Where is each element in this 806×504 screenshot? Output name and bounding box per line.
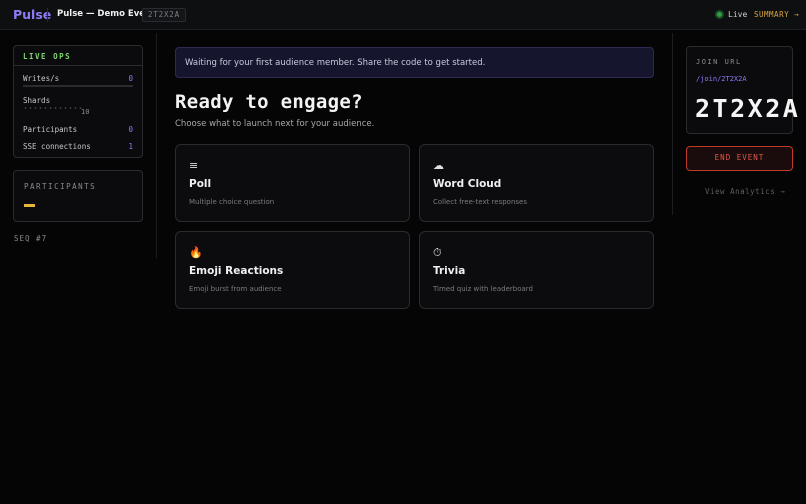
option-word-cloud[interactable]: ☁ Word Cloud Collect free-text responses [419, 144, 654, 222]
right-column-divider [672, 33, 673, 215]
shards-row: Shards [23, 96, 133, 105]
participants-row: Participants 0 [23, 125, 133, 134]
cloud-icon: ☁ [433, 159, 444, 172]
sse-value: 1 [128, 142, 133, 151]
event-code-badge: 2T2X2A [142, 8, 186, 22]
option-emoji-reactions[interactable]: 🔥 Emoji Reactions Emoji burst from audie… [175, 231, 410, 309]
event-title: Pulse — Demo Event [57, 8, 156, 19]
sse-row: SSE connections 1 [23, 142, 133, 151]
option-title: Emoji Reactions [189, 265, 284, 277]
page-subtitle: Choose what to launch next for your audi… [175, 119, 375, 129]
live-dot-icon [715, 9, 724, 19]
participants-label: Participants [23, 125, 78, 134]
top-bar: Pulse Pulse — Demo Event 2T2X2A Live SUM… [0, 0, 806, 30]
join-code: 2T2X2A [695, 94, 801, 123]
shards-label: Shards [23, 96, 51, 105]
live-ops-title: LIVE OPS [14, 46, 142, 66]
join-url-link[interactable]: /join/2T2X2A [696, 75, 747, 83]
header-divider [47, 8, 48, 22]
join-panel: JOIN URL /join/2T2X2A 2T2X2A [686, 46, 798, 134]
app-logo[interactable]: Pulse [13, 7, 51, 22]
option-description: Timed quiz with leaderboard [433, 285, 533, 293]
live-status: Live [715, 9, 748, 19]
fire-icon: 🔥 [189, 246, 203, 259]
writes-value: 0 [128, 74, 133, 83]
option-poll[interactable]: ≡ Poll Multiple choice question [175, 144, 410, 222]
page-title: Ready to engage? [175, 91, 363, 113]
writes-label: Writes/s [23, 74, 60, 83]
option-title: Word Cloud [433, 178, 502, 190]
writes-row: Writes/s 0 [23, 74, 133, 83]
view-analytics-link[interactable]: View Analytics → [705, 187, 785, 196]
participants-title: PARTICIPANTS [24, 182, 97, 191]
summary-link[interactable]: SUMMARY → [754, 10, 799, 19]
option-title: Poll [189, 178, 212, 190]
shards-value: 10 [81, 108, 90, 116]
option-title: Trivia [433, 265, 466, 277]
option-description: Collect free-text responses [433, 198, 527, 206]
sse-label: SSE connections [23, 142, 91, 151]
option-description: Multiple choice question [189, 198, 275, 206]
participants-bar [24, 204, 35, 207]
option-description: Emoji burst from audience [189, 285, 282, 293]
stopwatch-icon: ⏱ [433, 246, 442, 259]
waiting-banner: Waiting for your first audience member. … [175, 47, 654, 78]
live-ops-panel: LIVE OPS Writes/s 0 Shards 10 Participan… [13, 45, 143, 158]
join-url-title: JOIN URL [696, 58, 742, 66]
option-trivia[interactable]: ⏱ Trivia Timed quiz with leaderboard [419, 231, 654, 309]
left-column-divider [156, 33, 157, 258]
end-event-button[interactable]: END EVENT [686, 146, 793, 171]
sequence-number: SEQ #7 [14, 234, 48, 243]
participants-value: 0 [128, 125, 133, 134]
participants-panel: PARTICIPANTS [13, 170, 143, 222]
list-icon: ≡ [189, 159, 199, 172]
writes-bar [23, 85, 133, 87]
live-label: Live [728, 9, 748, 19]
shards-value-row: 10 [23, 108, 133, 116]
